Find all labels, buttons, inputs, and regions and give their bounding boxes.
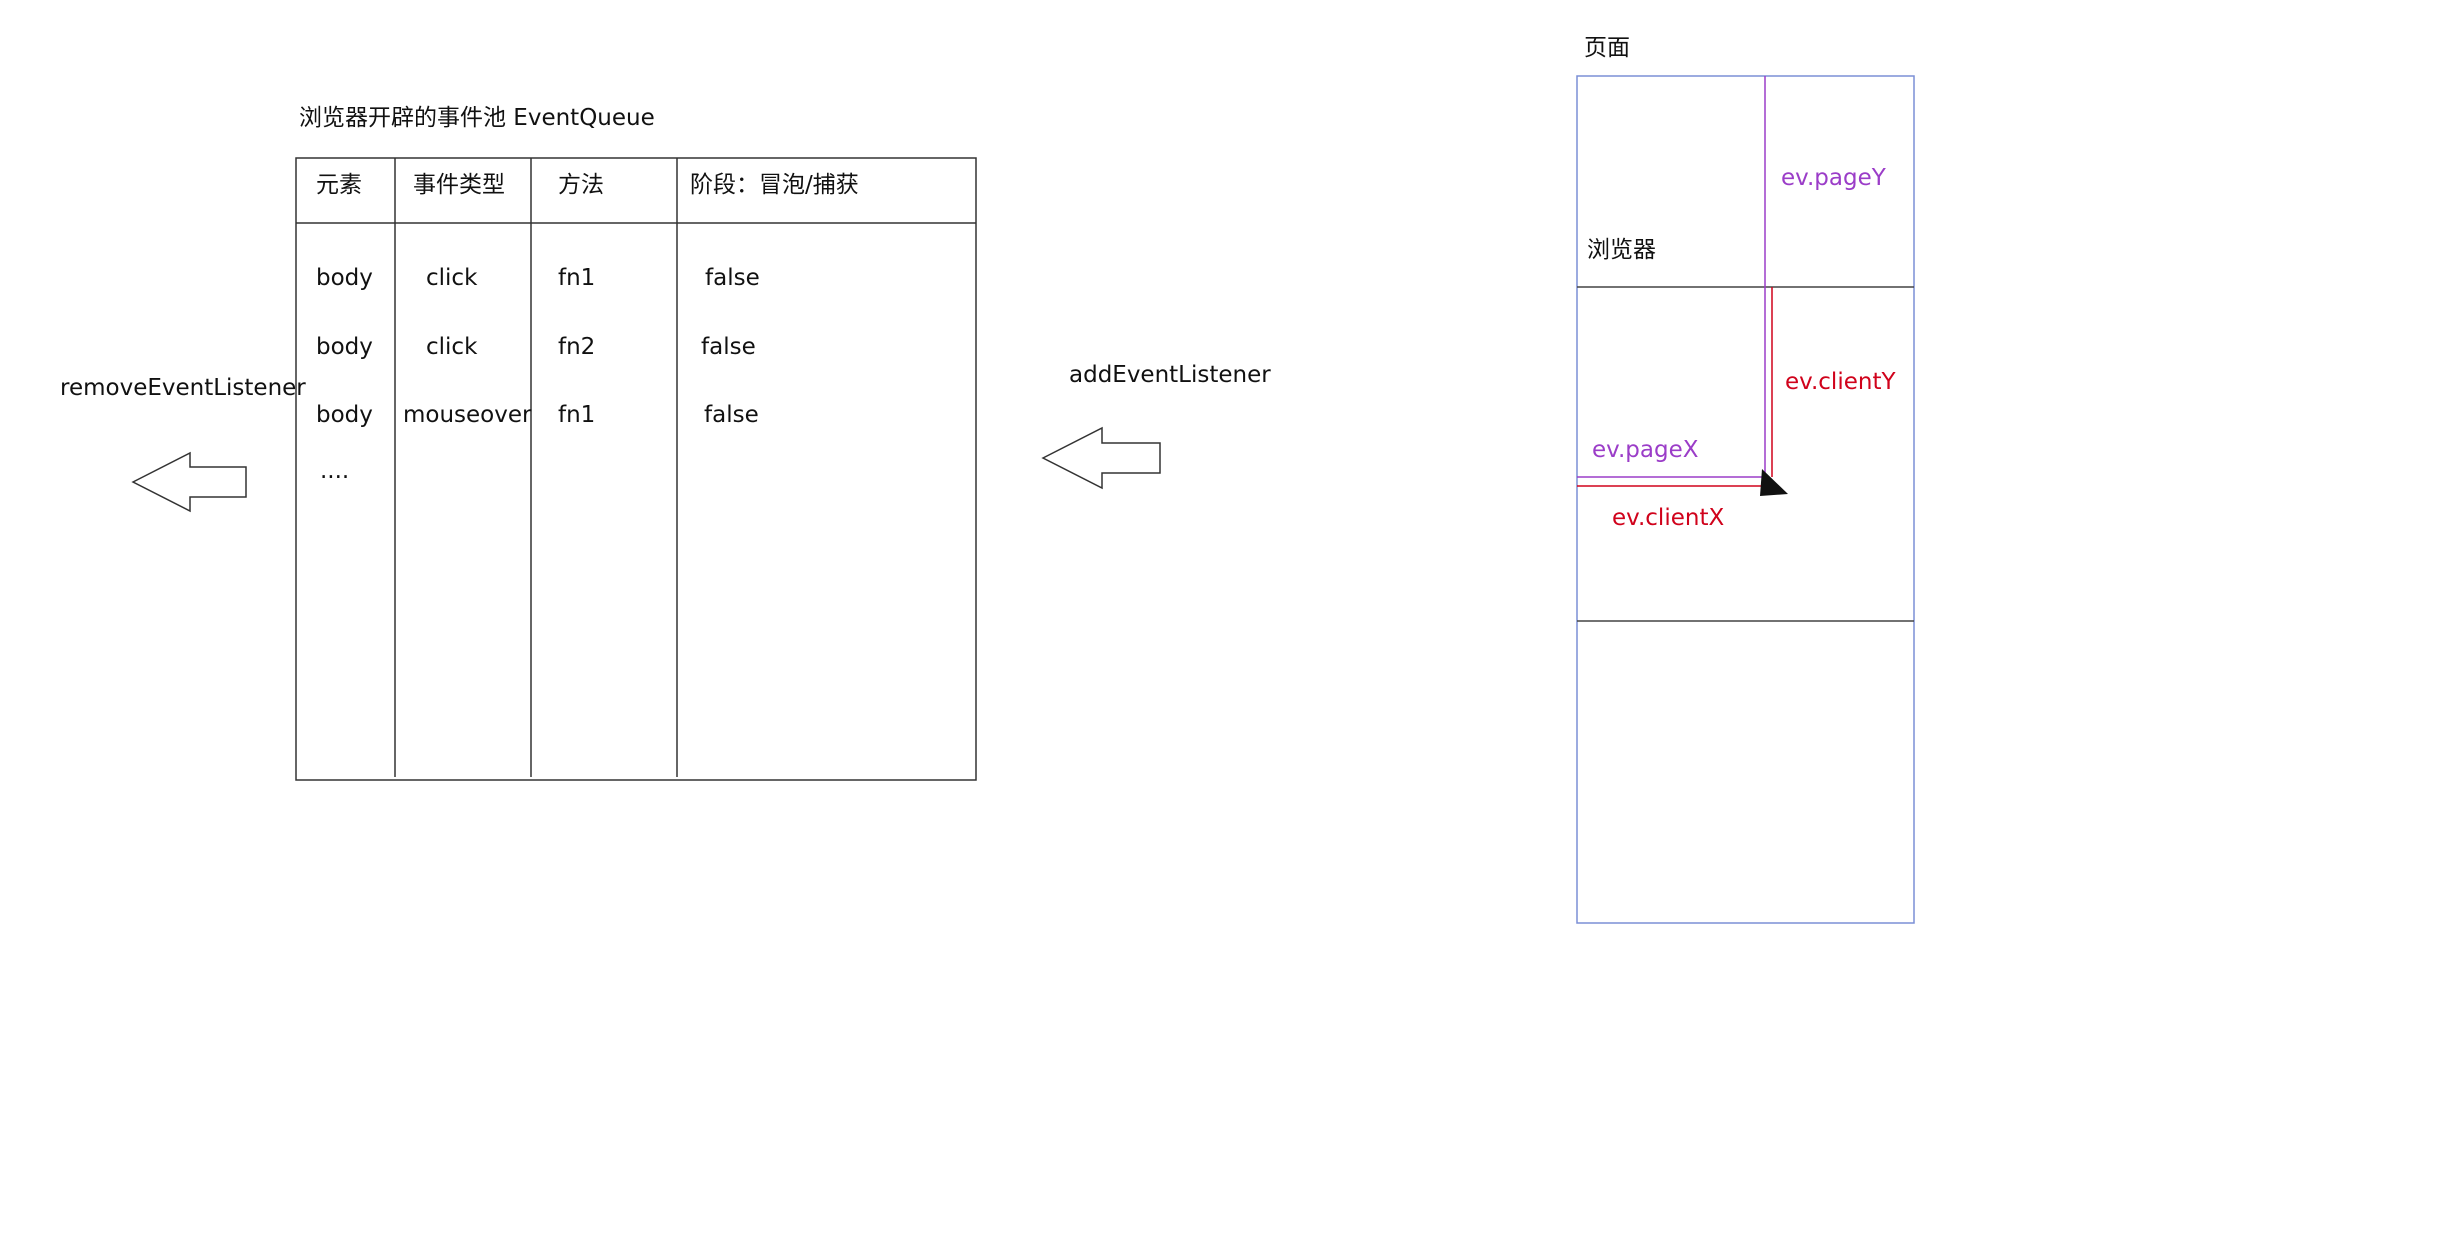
page-y-label: ev.pageY (1781, 165, 1887, 191)
page-coordinate-diagram: 页面 浏览器 ev.pageY ev.clientY ev.pageX ev.c… (1576, 35, 1915, 924)
table-cell: false (705, 265, 760, 291)
client-y-label: ev.clientY (1785, 369, 1896, 395)
column-header-element: 元素 (316, 172, 362, 198)
table-cell: click (426, 334, 478, 360)
page-x-label: ev.pageX (1592, 437, 1699, 463)
page-outline (1576, 75, 1915, 924)
left-arrow-shape (131, 451, 247, 513)
add-event-listener-label: addEventListener (1069, 362, 1271, 388)
event-pool-title: 浏览器开辟的事件池 EventQueue (299, 105, 655, 131)
remove-event-listener-arrow: removeEventListener (60, 375, 306, 513)
table-cell: body (316, 265, 373, 291)
page-label: 页面 (1584, 35, 1630, 61)
remove-event-listener-label: removeEventListener (60, 375, 306, 401)
table-cell: body (316, 334, 373, 360)
mouse-pointer-icon (1760, 469, 1788, 496)
event-pool-table: 浏览器开辟的事件池 EventQueue 元素 事件类型 方法 阶段：冒泡/捕获… (295, 105, 977, 781)
table-cell: false (704, 402, 759, 428)
table-cell: false (701, 334, 756, 360)
column-header-event-type: 事件类型 (413, 172, 505, 198)
table-cell: click (426, 265, 478, 291)
table-cell: fn1 (558, 265, 595, 291)
left-arrow-shape (1041, 426, 1161, 490)
column-header-method: 方法 (558, 172, 604, 198)
event-diagram: 浏览器开辟的事件池 EventQueue 元素 事件类型 方法 阶段：冒泡/捕获… (60, 35, 1915, 924)
table-border (295, 157, 977, 781)
table-ellipsis: .... (320, 458, 349, 484)
add-event-listener-arrow: addEventListener (1041, 362, 1271, 490)
browser-label: 浏览器 (1587, 237, 1656, 263)
table-cell: fn2 (558, 334, 595, 360)
client-x-label: ev.clientX (1612, 505, 1724, 531)
table-cell: body (316, 402, 373, 428)
table-cell: mouseover (403, 402, 532, 428)
column-header-phase: 阶段：冒泡/捕获 (690, 172, 859, 198)
table-cell: fn1 (558, 402, 595, 428)
